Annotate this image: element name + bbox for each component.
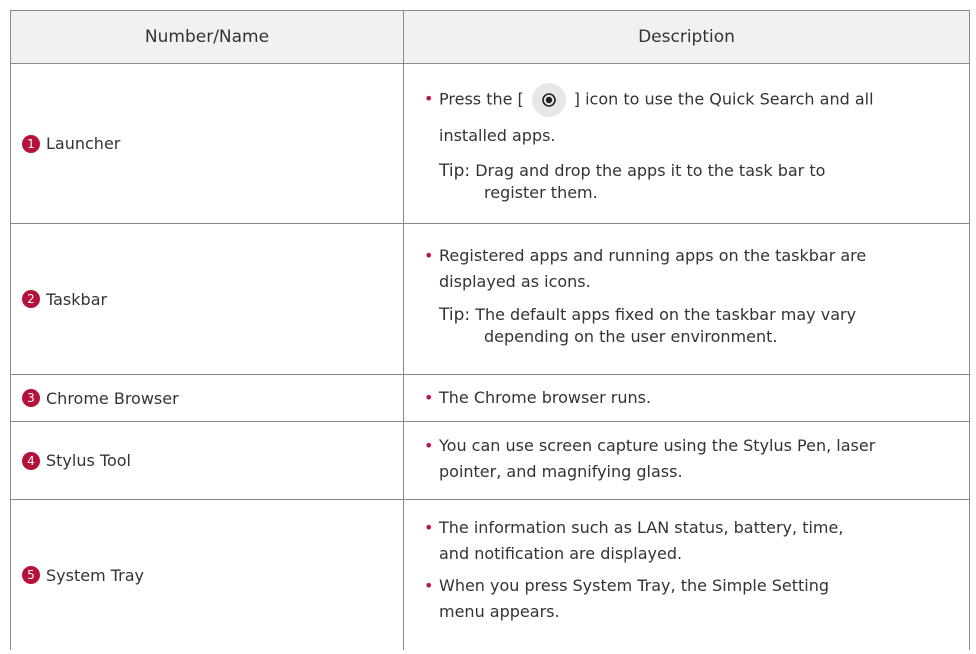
number-badge: 3 [22,389,40,407]
bullet-text: You can use screen capture using the Sty… [439,436,876,455]
number-badge: 2 [22,290,40,308]
row-name-cell: 3 Chrome Browser [11,375,404,421]
table-row: 5 System Tray • The information such as … [11,500,969,650]
header-description: Description [638,27,735,47]
bullet-text: The Chrome browser runs. [439,388,652,407]
bullet-item: • When you press System Tray, the Simple… [424,574,955,598]
bullet-dot: • [424,576,434,595]
row-description-cell: • You can use screen capture using the S… [404,422,969,499]
header-number-name: Number/Name [11,11,404,63]
tip-text-continuation: register them. [484,182,598,202]
number-badge: 5 [22,566,40,584]
tip-text: Drag and drop the apps it to the task ba… [475,160,826,180]
table-row: 3 Chrome Browser • The Chrome browser ru… [11,375,969,422]
bullet-dot: • [424,246,434,265]
tip-label: Tip: [439,160,471,181]
row-name: Stylus Tool [46,451,131,470]
bullet-text-post: ] icon to use the Quick Search and all [573,89,874,109]
bullet-text-continuation: displayed as icons. [439,272,591,291]
table-row: 1 Launcher • Press the [ ] icon to use th… [11,64,969,224]
bullet-text: The information such as LAN status, batt… [439,518,844,537]
description-table: Number/Name Description 1 Launcher • Pre… [10,10,970,650]
bullet-dot: • [424,388,434,407]
tip-text: The default apps fixed on the taskbar ma… [475,305,857,324]
bullet-dot: • [424,436,434,455]
bullet-text-continuation: and notification are displayed. [439,544,683,563]
row-name-cell: 5 System Tray [11,500,404,650]
bullet-item: • The Chrome browser runs. [424,386,651,410]
row-name-cell: 4 Stylus Tool [11,422,404,499]
bullet-dot: • [424,518,434,537]
bullet-text-continuation: pointer, and magnifying glass. [439,462,683,481]
table-row: 4 Stylus Tool • You can use screen captu… [11,422,969,500]
number-badge: 4 [22,451,40,470]
tip-text-continuation: depending on the user environment. [484,327,778,346]
bullet-text: When you press System Tray, the Simple S… [439,576,830,595]
bullet-item: • The information such as LAN status, ba… [424,516,955,540]
row-description-cell: • The information such as LAN status, ba… [404,500,969,650]
target-icon [531,82,566,117]
bullet-text-continuation: menu appears. [439,602,560,621]
tip-block: Tip: Drag and drop the apps it to the ta… [424,160,955,204]
number-badge: 1 [22,134,40,153]
row-name: System Tray [46,565,145,585]
tip-block: Tip: The default apps fixed on the taskb… [424,304,955,348]
table-header-row: Number/Name Description [11,11,969,64]
bullet-item: • You can use screen capture using the S… [424,434,955,458]
row-description-cell: • The Chrome browser runs. [404,375,969,421]
row-name-cell: 1 Launcher [11,64,404,223]
bullet-text-pre: Press the [ [439,89,524,109]
row-name: Chrome Browser [46,388,179,408]
tip-label: Tip: [439,305,471,325]
row-description-cell: • Registered apps and running apps on th… [404,224,969,374]
row-description-cell: • Press the [ ] icon to use the Quick Sea… [404,64,969,223]
row-name: Taskbar [46,289,108,309]
table-row: 2 Taskbar • Registered apps and running … [11,224,969,375]
bullet-text: Registered apps and running apps on the … [439,246,867,265]
bullet-item: • Registered apps and running apps on th… [424,244,955,268]
bullet-text-continuation: installed apps. [439,125,556,145]
bullet-item: • Press the [ ] icon to use the Quick Sea… [424,81,955,118]
row-name: Launcher [46,134,121,153]
bullet-dot: • [424,89,434,108]
row-name-cell: 2 Taskbar [11,224,404,374]
